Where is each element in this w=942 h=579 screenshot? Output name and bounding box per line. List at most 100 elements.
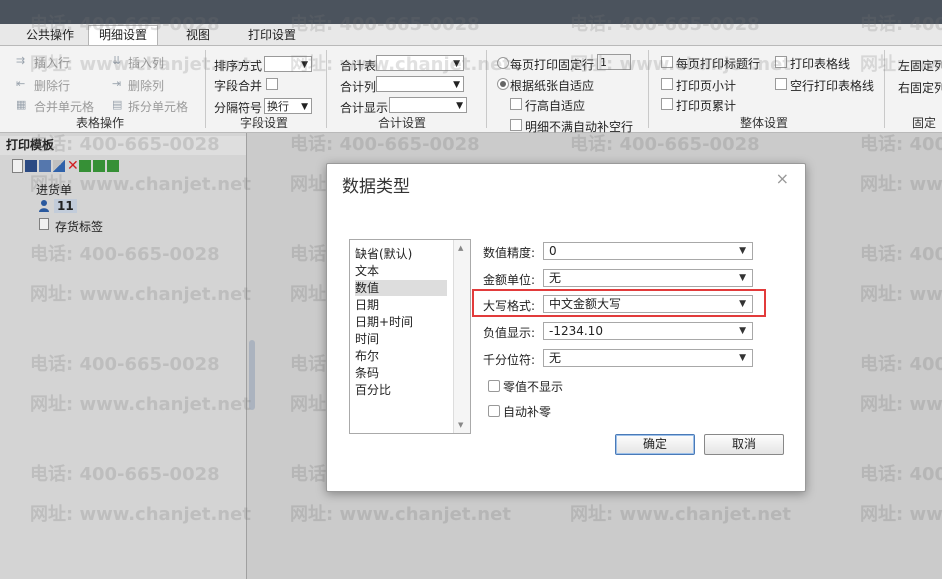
group-title-overall-settings: 整体设置 (740, 116, 789, 130)
fixed-rows-input[interactable]: 1 (597, 54, 631, 70)
group-divider (486, 50, 487, 128)
delete-row-button[interactable]: 删除行 (34, 77, 70, 94)
fixed-rows-label: 每页打印固定行 (510, 58, 595, 72)
group-title-field-settings: 字段设置 (240, 116, 289, 130)
data-type-option[interactable]: 数值 (355, 280, 447, 296)
left-fixed-cols-label[interactable]: 左固定列 (898, 57, 942, 74)
page-cumulative-checkbox[interactable] (661, 98, 673, 110)
data-type-list[interactable]: 缺省(默认) 文本 数值 日期 日期+时间 时间 布尔 条码 百分比 ▲ ▼ (349, 239, 471, 434)
split-cells-icon: ▤ (112, 98, 123, 111)
uppercase-label: 大写格式: (483, 299, 536, 313)
blank-gridlines-label: 空行打印表格线 (790, 79, 875, 93)
total-col-label: 合计列 (340, 80, 377, 94)
data-type-option[interactable]: 文本 (355, 263, 447, 279)
right-fixed-cols-label[interactable]: 右固定列 (898, 79, 942, 96)
unit-value: 无 (549, 271, 562, 285)
uppercase-select[interactable]: 中文金额大写 ▼ (543, 295, 753, 313)
delete-col-button[interactable]: 删除列 (128, 77, 164, 94)
page-cumulative-label: 打印页累计 (676, 99, 737, 113)
merge-cells-button[interactable]: 合并单元格 (34, 98, 94, 115)
zero-hide-label: 零值不显示 (503, 380, 564, 394)
total-col-select[interactable]: ▼ (376, 76, 464, 92)
tab-view[interactable]: 视图 (176, 26, 220, 45)
scroll-down-icon[interactable]: ▼ (458, 421, 463, 429)
data-type-dialog: 数据类型 × 缺省(默认) 文本 数值 日期 日期+时间 时间 布尔 条码 百分比 ▲ ▼ 数值… (326, 163, 806, 492)
auto-zero-label: 自动补零 (503, 405, 552, 419)
zero-hide-checkbox[interactable] (488, 380, 500, 392)
data-type-option[interactable]: 布尔 (355, 348, 447, 364)
print-gridlines-checkbox[interactable] (775, 56, 787, 68)
tab-common-ops[interactable]: 公共操作 (18, 26, 82, 45)
group-divider (205, 50, 206, 128)
total-table-select[interactable]: ▼ (376, 55, 464, 71)
group-title-total-settings: 合计设置 (378, 116, 427, 130)
scroll-up-icon[interactable]: ▲ (458, 244, 463, 252)
data-type-option[interactable]: 缺省(默认) (355, 246, 447, 262)
delete-row-icon: ⇤ (16, 77, 26, 90)
window-top-strip (0, 0, 942, 24)
blank-gridlines-checkbox[interactable] (775, 78, 787, 90)
negative-select[interactable]: -1234.10 ▼ (543, 322, 753, 340)
print-title-checkbox[interactable] (661, 56, 673, 68)
thousands-label: 千分位符: (483, 353, 536, 367)
precision-value: 0 (549, 244, 557, 258)
close-icon[interactable]: × (776, 169, 789, 188)
chevron-down-icon: ▼ (739, 299, 746, 309)
group-title-table-ops: 表格操作 (76, 116, 125, 130)
data-type-option[interactable]: 条码 (355, 365, 447, 381)
print-gridlines-label: 打印表格线 (790, 57, 851, 71)
auto-fit-paper-radio[interactable] (497, 78, 509, 90)
thousands-select[interactable]: 无 ▼ (543, 349, 753, 367)
unit-select[interactable]: 无 ▼ (543, 269, 753, 287)
chevron-down-icon: ▼ (739, 326, 746, 336)
cancel-button[interactable]: 取消 (704, 434, 784, 455)
data-type-option[interactable]: 日期 (355, 297, 447, 313)
insert-row-icon: ⇉ (16, 54, 26, 67)
negative-label: 负值显示: (483, 326, 536, 340)
data-type-option[interactable]: 时间 (355, 331, 447, 347)
chevron-down-icon: ▼ (453, 80, 460, 90)
insert-row-button[interactable]: 插入行 (34, 54, 70, 71)
insert-col-icon: ⇊ (112, 54, 122, 67)
field-merge-label: 字段合并 (214, 79, 263, 93)
chevron-down-icon: ▼ (739, 273, 746, 283)
ribbon-toolbar: ⇉ 插入行 ⇊ 插入列 ⇤ 删除行 ⇥ 删除列 ▦ 合并单元格 ▤ 拆分单元格 … (0, 46, 942, 147)
tab-detail-settings[interactable]: 明细设置 (88, 25, 158, 45)
uppercase-value: 中文金额大写 (549, 297, 622, 311)
group-divider (884, 50, 885, 128)
field-merge-checkbox[interactable] (266, 78, 278, 90)
row-height-auto-label: 行高自适应 (525, 99, 586, 113)
chevron-down-icon: ▼ (739, 353, 746, 363)
group-divider (648, 50, 649, 128)
chevron-down-icon: ▼ (453, 59, 460, 69)
sort-select[interactable]: ▼ (264, 56, 312, 72)
insert-col-button[interactable]: 插入列 (128, 54, 164, 71)
split-cells-button[interactable]: 拆分单元格 (128, 98, 188, 115)
page-subtotal-checkbox[interactable] (661, 78, 673, 90)
print-title-label: 每页打印标题行 (676, 57, 761, 71)
data-type-option[interactable]: 日期+时间 (355, 314, 447, 330)
group-divider (326, 50, 327, 128)
ok-button[interactable]: 确定 (615, 434, 695, 455)
chevron-down-icon: ▼ (456, 101, 463, 111)
fixed-rows-radio[interactable] (497, 57, 509, 69)
total-display-select[interactable]: ▼ (389, 97, 467, 113)
separator-value: 换行 (267, 100, 289, 113)
merge-cells-icon: ▦ (16, 98, 27, 111)
data-type-option[interactable]: 百分比 (355, 382, 447, 398)
tab-print-settings[interactable]: 打印设置 (240, 26, 304, 45)
thousands-value: 无 (549, 351, 562, 365)
unit-label: 金额单位: (483, 273, 536, 287)
auto-zero-checkbox[interactable] (488, 405, 500, 417)
row-height-auto-checkbox[interactable] (510, 98, 522, 110)
fill-blank-rows-checkbox[interactable] (510, 119, 522, 131)
delete-col-icon: ⇥ (112, 77, 122, 90)
total-table-label: 合计表 (340, 59, 377, 73)
negative-value: -1234.10 (549, 324, 603, 338)
auto-fit-paper-label: 根据纸张自适应 (510, 79, 595, 93)
precision-label: 数值精度: (483, 246, 536, 260)
separator-select[interactable]: 换行 ▼ (264, 98, 312, 114)
list-scrollbar[interactable]: ▲ ▼ (453, 240, 470, 433)
menu-tab-bar: 公共操作 明细设置 视图 打印设置 (0, 24, 942, 46)
precision-select[interactable]: 0 ▼ (543, 242, 753, 260)
